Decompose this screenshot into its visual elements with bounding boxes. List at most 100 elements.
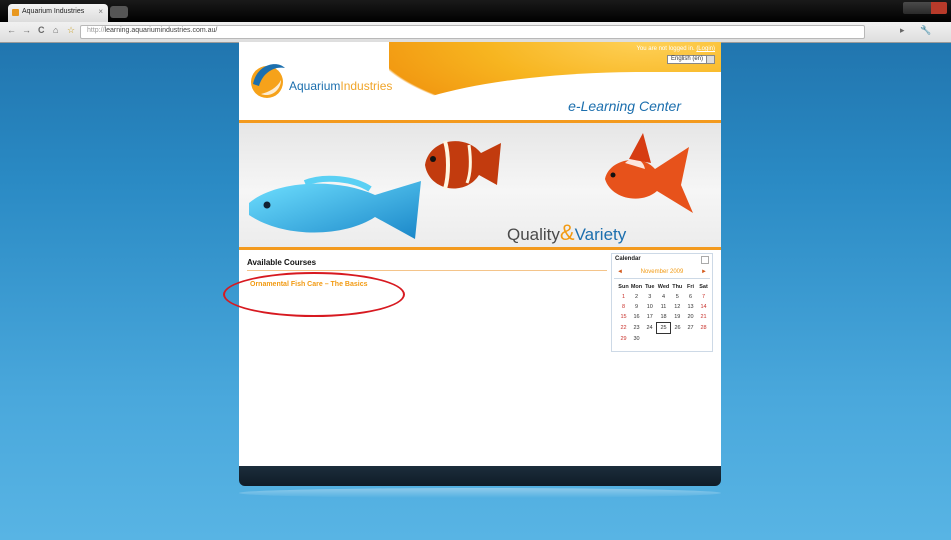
tagline-quality: Quality xyxy=(507,225,560,244)
aquarium-logo-icon xyxy=(251,64,285,98)
tools-menu-icon[interactable]: 🔧 xyxy=(920,25,931,36)
calendar-day[interactable]: 4 xyxy=(657,292,671,302)
browser-tab-bar: Aquarium Industries × xyxy=(0,0,951,22)
calendar-day[interactable]: 10 xyxy=(643,302,657,312)
site-footer xyxy=(239,466,721,486)
calendar-day[interactable]: 22 xyxy=(617,323,630,334)
calendar-title-text: Calendar xyxy=(615,256,641,262)
calendar-day xyxy=(697,334,710,345)
calendar-day[interactable]: 16 xyxy=(630,312,643,323)
browser-tab[interactable]: Aquarium Industries × xyxy=(8,4,108,22)
banner-divider xyxy=(239,247,721,250)
login-text: You are not logged in. xyxy=(636,46,695,52)
favicon-icon xyxy=(12,9,19,16)
browser-toolbar: ← → C ⌂ ☆ http://learning.aquariumindust… xyxy=(0,22,951,43)
weekday-row: Sun Mon Tue Wed Thu Fri Sat xyxy=(617,282,710,292)
next-month-icon[interactable]: ► xyxy=(701,269,707,275)
close-window-icon[interactable] xyxy=(931,2,947,14)
address-bar[interactable]: http://learning.aquariumindustries.com.a… xyxy=(80,25,865,39)
calendar-day[interactable]: 18 xyxy=(657,312,671,323)
calendar-day[interactable]: 11 xyxy=(657,302,671,312)
new-tab-button[interactable] xyxy=(110,6,128,18)
weekday: Sat xyxy=(699,284,708,290)
url-protocol: http:// xyxy=(87,27,105,34)
site-page: AquariumIndustries You are not logged in… xyxy=(223,42,721,486)
tab-title: Aquarium Industries xyxy=(22,8,85,15)
calendar-week-row: 8 9 10 11 12 13 14 xyxy=(617,302,710,312)
page-reflection xyxy=(239,488,721,498)
chevron-down-icon xyxy=(706,56,714,63)
calendar-day[interactable]: 21 xyxy=(697,312,710,323)
window-controls[interactable] xyxy=(903,2,947,14)
calendar-day[interactable]: 28 xyxy=(697,323,710,334)
site-subtitle: e-Learning Center xyxy=(568,98,681,114)
calendar-day[interactable]: 15 xyxy=(617,312,630,323)
calendar-day xyxy=(671,334,685,345)
login-status: You are not logged in. (Login) xyxy=(636,46,715,52)
close-tab-icon[interactable]: × xyxy=(98,7,103,16)
calendar-day[interactable]: 20 xyxy=(684,312,697,323)
calendar-day[interactable]: 2 xyxy=(630,292,643,302)
calendar-day[interactable]: 5 xyxy=(671,292,685,302)
courses-divider xyxy=(247,270,607,271)
back-icon[interactable]: ← xyxy=(7,25,16,35)
calendar-day[interactable]: 30 xyxy=(630,334,643,345)
weekday: Wed xyxy=(657,284,670,290)
calendar-day[interactable]: 23 xyxy=(630,323,643,334)
calendar-day[interactable]: 14 xyxy=(697,302,710,312)
brand-part2: Industries xyxy=(340,79,393,93)
language-select[interactable]: English (en) xyxy=(667,55,715,64)
bookmark-star-icon[interactable]: ☆ xyxy=(67,25,75,36)
previous-month-icon[interactable]: ◄ xyxy=(617,269,623,275)
calendar-day[interactable]: 27 xyxy=(684,323,697,334)
calendar-day xyxy=(684,334,697,345)
calendar-day[interactable]: 9 xyxy=(630,302,643,312)
site-header: AquariumIndustries You are not logged in… xyxy=(239,42,721,120)
calendar-grid: Sun Mon Tue Wed Thu Fri Sat 1 2 3 4 5 6 7 8 9 10 1… xyxy=(617,282,710,344)
reload-icon[interactable]: C xyxy=(38,25,45,35)
calendar-day[interactable]: 3 xyxy=(643,292,657,302)
tagline-variety: Variety xyxy=(574,225,627,244)
language-value: English (en) xyxy=(671,56,704,62)
calendar-day[interactable]: 1 xyxy=(617,292,630,302)
calendar-day[interactable]: 6 xyxy=(684,292,697,302)
weekday: Mon xyxy=(630,284,643,290)
weekday: Sun xyxy=(618,284,629,290)
brand-name[interactable]: AquariumIndustries xyxy=(289,79,392,93)
calendar-day[interactable]: 29 xyxy=(617,334,630,345)
calendar-week-row: 1234567 xyxy=(617,292,710,302)
weekday: Tue xyxy=(645,284,655,290)
forward-icon[interactable]: → xyxy=(22,25,31,35)
clownfish-image xyxy=(425,140,501,190)
calendar-week-row: 22 23 24 25 26 27 28 xyxy=(617,322,710,334)
calendar-day[interactable]: 17 xyxy=(643,312,657,323)
hide-block-icon[interactable] xyxy=(701,256,709,264)
calendar-day[interactable]: 26 xyxy=(671,323,685,334)
login-link[interactable]: (Login) xyxy=(696,46,715,52)
calendar-week-row: 15 16 17 18 19 20 21 xyxy=(617,312,710,323)
calendar-day[interactable]: 12 xyxy=(671,302,685,312)
calendar-day[interactable]: 24 xyxy=(643,323,657,334)
weekday: Fri xyxy=(686,284,695,290)
calendar-day-today[interactable]: 25 xyxy=(656,322,671,334)
calendar-title: Calendar xyxy=(612,254,712,264)
home-icon[interactable]: ⌂ xyxy=(53,25,58,35)
url-host: learning.aquariumindustries.com.au/ xyxy=(104,27,218,34)
available-courses-heading: Available Courses xyxy=(247,258,317,267)
blue-fish-image xyxy=(249,175,421,239)
page-menu-icon[interactable]: ▸ xyxy=(900,25,905,36)
calendar-block: Calendar November 2009 ◄ ► Sun Mon Tue W… xyxy=(611,253,713,352)
banner-tagline: Quality&Variety xyxy=(507,220,626,246)
calendar-day[interactable]: 13 xyxy=(684,302,697,312)
calendar-month[interactable]: November 2009 xyxy=(614,269,710,275)
hero-banner: Quality&Variety xyxy=(239,123,721,247)
brand-part1: Aquarium xyxy=(289,79,341,93)
goldfish-image xyxy=(605,133,693,213)
calendar-day xyxy=(657,334,671,345)
calendar-week-row: 29 30 xyxy=(617,334,710,345)
calendar-day[interactable]: 8 xyxy=(617,302,630,312)
tagline-ampersand: & xyxy=(559,220,575,245)
calendar-day[interactable]: 7 xyxy=(697,292,710,302)
calendar-day xyxy=(643,334,657,345)
calendar-day[interactable]: 19 xyxy=(671,312,685,323)
